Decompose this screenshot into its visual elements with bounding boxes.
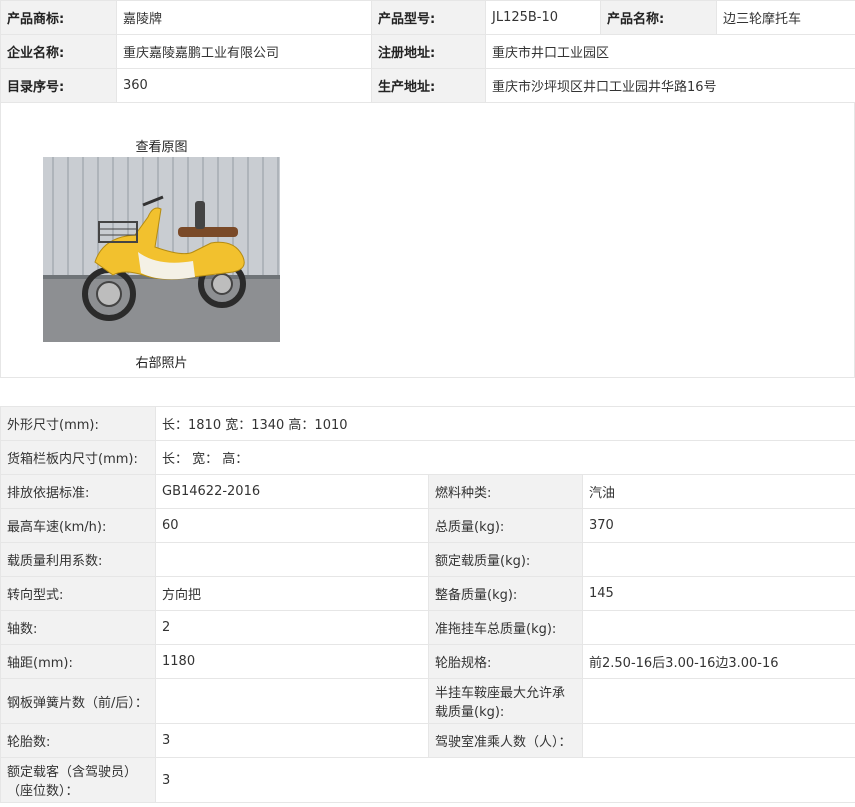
max-speed-value: 60 — [155, 508, 429, 543]
emission-value: GB14622-2016 — [155, 474, 429, 509]
table-row: 最高车速(km/h): 60 总质量(kg): 370 — [0, 508, 855, 543]
saddle-load-label: 半挂车鞍座最大允许承载质量(kg): — [428, 678, 583, 724]
load-util-value — [155, 542, 429, 577]
leaf-spring-label: 钢板弹簧片数（前/后）： — [0, 678, 156, 724]
prod-address-value: 重庆市沙坪坝区井口工业园井华路16号 — [485, 68, 855, 103]
company-value: 重庆嘉陵嘉鹏工业有限公司 — [116, 34, 372, 69]
trailer-mass-label: 准拖挂车总质量(kg): — [428, 610, 583, 645]
emission-label: 排放依据标准: — [0, 474, 156, 509]
fuel-value: 汽油 — [581, 474, 855, 509]
tire-spec-value: 前2.50-16后3.00-16边3.00-16 — [581, 644, 855, 679]
reg-address-value: 重庆市井口工业园区 — [485, 34, 855, 69]
tire-count-value: 3 — [155, 723, 429, 758]
catalog-label: 目录序号: — [0, 68, 117, 103]
table-row: 排放依据标准: GB14622-2016 燃料种类: 汽油 — [0, 474, 855, 509]
table-row: 转向型式: 方向把 整备质量(kg): 145 — [0, 576, 855, 611]
max-speed-label: 最高车速(km/h): — [0, 508, 156, 543]
steering-label: 转向型式: — [0, 576, 156, 611]
catalog-value: 360 — [116, 68, 372, 103]
wheelbase-label: 轴距(mm): — [0, 644, 156, 679]
table-row: 轴数: 2 准拖挂车总质量(kg): — [0, 610, 855, 645]
company-label: 企业名称: — [0, 34, 117, 69]
wheelbase-value: 1180 — [155, 644, 429, 679]
basic-info-table: 产品商标: 嘉陵牌 产品型号: JL125B-10 产品名称: 边三轮摩托车 企… — [0, 0, 855, 103]
specs-table: 外形尺寸(mm): 长：1810 宽：1340 高：1010 货箱栏板内尺寸(m… — [0, 406, 855, 803]
load-util-label: 载质量利用系数: — [0, 542, 156, 577]
cab-capacity-label: 驾驶室准乘人数（人）： — [428, 723, 583, 758]
cargo-dims-value: 长： 宽： 高： — [154, 440, 855, 475]
steering-value: 方向把 — [155, 576, 429, 611]
model-label: 产品型号: — [371, 0, 486, 35]
total-mass-label: 总质量(kg): — [428, 508, 583, 543]
dimensions-label: 外形尺寸(mm): — [0, 406, 156, 441]
product-name-label: 产品名称: — [600, 0, 717, 35]
fuel-label: 燃料种类: — [428, 474, 583, 509]
tire-spec-label: 轮胎规格: — [428, 644, 583, 679]
total-mass-value: 370 — [581, 508, 855, 543]
view-original-link[interactable]: 查看原图 — [43, 136, 280, 155]
curb-mass-value: 145 — [581, 576, 855, 611]
product-name-value: 边三轮摩托车 — [716, 0, 855, 35]
passenger-capacity-value: 3 — [154, 757, 855, 803]
trailer-mass-value — [581, 610, 855, 645]
table-row: 载质量利用系数: 额定载质量(kg): — [0, 542, 855, 577]
table-row: 外形尺寸(mm): 长：1810 宽：1340 高：1010 — [0, 406, 855, 441]
brand-label: 产品商标: — [0, 0, 117, 35]
cargo-dims-label: 货箱栏板内尺寸(mm): — [0, 440, 156, 475]
model-value: JL125B-10 — [485, 0, 601, 35]
table-row: 企业名称: 重庆嘉陵嘉鹏工业有限公司 注册地址: 重庆市井口工业园区 — [0, 34, 855, 69]
table-row: 货箱栏板内尺寸(mm): 长： 宽： 高： — [0, 440, 855, 475]
table-row: 产品商标: 嘉陵牌 产品型号: JL125B-10 产品名称: 边三轮摩托车 — [0, 0, 855, 35]
table-row: 钢板弹簧片数（前/后）： 半挂车鞍座最大允许承载质量(kg): — [0, 678, 855, 724]
table-row: 轮胎数: 3 驾驶室准乘人数（人）： — [0, 723, 855, 758]
motorcycle-photo[interactable] — [43, 157, 280, 342]
curb-mass-label: 整备质量(kg): — [428, 576, 583, 611]
cab-capacity-value — [581, 723, 855, 758]
photo-caption: 右部照片 — [135, 356, 188, 371]
photo-section: 查看原图 右部照片 — [0, 102, 855, 378]
table-row: 轴距(mm): 1180 轮胎规格: 前2.50-16后3.00-16边3.00… — [0, 644, 855, 679]
saddle-load-value — [581, 678, 855, 724]
dimensions-value: 长：1810 宽：1340 高：1010 — [154, 406, 855, 441]
axles-label: 轴数: — [0, 610, 156, 645]
table-row: 目录序号: 360 生产地址: 重庆市沙坪坝区井口工业园井华路16号 — [0, 68, 855, 103]
passenger-capacity-label: 额定载客（含驾驶员）（座位数）： — [0, 757, 156, 803]
tire-count-label: 轮胎数: — [0, 723, 156, 758]
rated-load-label: 额定载质量(kg): — [428, 542, 583, 577]
rated-load-value — [581, 542, 855, 577]
leaf-spring-value — [155, 678, 429, 724]
brand-value: 嘉陵牌 — [116, 0, 372, 35]
prod-address-label: 生产地址: — [371, 68, 486, 103]
table-row: 额定载客（含驾驶员）（座位数）： 3 — [0, 757, 855, 803]
reg-address-label: 注册地址: — [371, 34, 486, 69]
axles-value: 2 — [155, 610, 429, 645]
